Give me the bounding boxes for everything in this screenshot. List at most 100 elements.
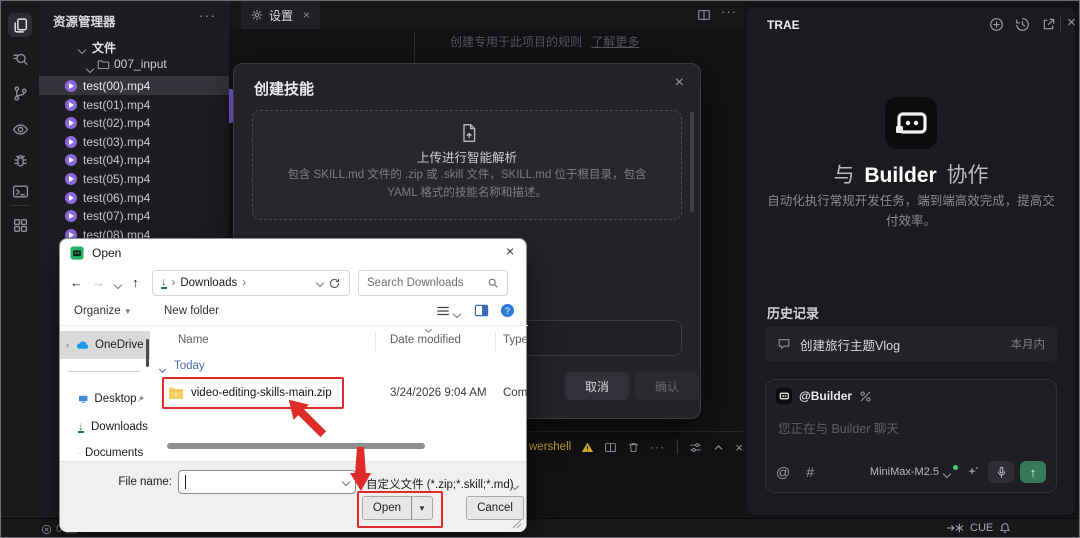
column-header-type[interactable]: Type: [503, 334, 528, 346]
history-item[interactable]: 创建旅行主题Vlog 本月内: [765, 327, 1057, 361]
refresh-icon[interactable]: [328, 277, 341, 290]
open-external-icon[interactable]: [1041, 17, 1056, 32]
file-row[interactable]: test(01).mp4: [39, 95, 229, 114]
address-chevron-icon[interactable]: [315, 277, 325, 289]
learn-more-link[interactable]: 了解更多: [591, 35, 639, 49]
history-chevron-icon[interactable]: [113, 279, 123, 291]
folder-chevron-icon[interactable]: [85, 59, 95, 77]
gear-icon: [251, 9, 263, 21]
tree-section-files[interactable]: 文件: [92, 39, 116, 56]
model-selector[interactable]: MiniMax-M2.5: [870, 466, 939, 478]
console-icon[interactable]: [8, 179, 32, 203]
play-icon: [65, 98, 77, 111]
explorer-icon[interactable]: [8, 13, 32, 37]
header-divider: [1060, 16, 1061, 32]
terminal-settings-icon[interactable]: [689, 441, 702, 454]
new-folder-button[interactable]: New folder: [164, 305, 219, 317]
nav-divider: [68, 371, 140, 372]
toolbar-divider: [60, 325, 528, 326]
preview-eye-icon[interactable]: [8, 117, 32, 141]
pin-icon: [137, 395, 144, 402]
group-label[interactable]: Today: [174, 360, 205, 372]
horizontal-scrollbar[interactable]: [167, 443, 425, 449]
group-chevron-icon[interactable]: [158, 363, 167, 375]
tab-settings[interactable]: 设置 ×: [241, 1, 321, 29]
chat-input-card[interactable]: @Builder 您正在与 Builder 聊天 @ # MiniMax-M2.…: [765, 379, 1057, 493]
dialog-close-icon[interactable]: ×: [506, 243, 514, 259]
forward-icon[interactable]: →: [92, 275, 105, 290]
open-file-dialog: Open × ← → ↑ ↓ › Downloads › Search Down…: [59, 238, 528, 532]
tab-close-icon[interactable]: ×: [303, 8, 310, 22]
file-type-filter[interactable]: 自定义文件 (*.zip;*.skill;*.md): [366, 476, 514, 492]
trash-icon[interactable]: [627, 441, 640, 454]
column-header-date[interactable]: Date modified: [390, 334, 461, 346]
help-icon[interactable]: ?: [500, 303, 515, 318]
mic-button[interactable]: [988, 461, 1014, 483]
file-row[interactable]: test(03).mp4: [39, 132, 229, 151]
model-chevron-icon[interactable]: [942, 464, 952, 482]
cue-status[interactable]: CUE: [947, 522, 1011, 534]
panel-subtitle: 自动化执行常规开发任务，端到端高效完成，提高交付效率。: [767, 194, 1055, 228]
preview-pane-icon[interactable]: [474, 303, 489, 318]
modal-confirm-button[interactable]: 确认: [635, 372, 699, 400]
activity-bar: [1, 1, 39, 518]
file-row[interactable]: test(02).mp4: [39, 113, 229, 132]
upload-title: 上传进行智能解析: [416, 151, 517, 165]
file-row[interactable]: test(00).mp4: [39, 76, 229, 95]
nav-item-desktop[interactable]: Desktop: [60, 387, 150, 411]
breadcrumb[interactable]: Downloads: [180, 277, 237, 289]
panel-expand-icon[interactable]: [712, 441, 725, 454]
nav-item-onedrive[interactable]: › OneDrive: [60, 331, 150, 359]
modal-cancel-button[interactable]: 取消: [565, 372, 629, 400]
terminal-tab[interactable]: wershell: [529, 441, 571, 453]
back-icon[interactable]: ←: [70, 275, 83, 290]
history-icon[interactable]: [1015, 17, 1030, 32]
up-icon[interactable]: ↑: [132, 275, 139, 290]
view-chevron-icon[interactable]: [452, 308, 462, 320]
file-row[interactable]: test(07).mp4: [39, 206, 229, 225]
skills-icon[interactable]: [859, 390, 872, 403]
file-row[interactable]: test(05).mp4: [39, 169, 229, 188]
panel-close-icon[interactable]: ×: [1067, 14, 1076, 31]
file-row[interactable]: test(04).mp4: [39, 150, 229, 169]
file-row[interactable]: test(06).mp4: [39, 188, 229, 207]
modal-close-icon[interactable]: ×: [675, 74, 684, 92]
send-button[interactable]: ↑: [1020, 461, 1046, 483]
column-header-name[interactable]: Name: [178, 334, 209, 346]
apps-grid-icon[interactable]: [8, 213, 32, 237]
terminal-more-icon[interactable]: ···: [650, 440, 665, 454]
section-chevron-icon[interactable]: [77, 40, 87, 58]
modal-scrollbar[interactable]: [690, 112, 694, 212]
mention-button[interactable]: @: [776, 464, 790, 480]
address-bar[interactable]: ↓ › Downloads ›: [152, 270, 350, 296]
upload-dropzone[interactable]: 上传进行智能解析 包含 SKILL.md 文件的 .zip 或 .skill 文…: [252, 110, 682, 220]
search-placeholder: Search Downloads: [367, 277, 464, 289]
chat-mention[interactable]: @Builder: [799, 389, 852, 403]
context-button[interactable]: #: [806, 464, 814, 480]
nav-scrollbar[interactable]: [146, 339, 149, 367]
search-icon[interactable]: [8, 47, 32, 71]
history-item-time: 本月内: [1010, 339, 1046, 351]
debug-bug-icon[interactable]: [8, 149, 32, 173]
sparkle-icon[interactable]: [966, 465, 980, 479]
settings-panel-edge: [414, 31, 415, 65]
expand-chevron-icon[interactable]: ›: [66, 340, 69, 350]
new-chat-icon[interactable]: [989, 17, 1004, 32]
upload-file-icon: [463, 124, 476, 142]
split-terminal-icon[interactable]: [604, 441, 617, 454]
nav-item-downloads[interactable]: ↓ Downloads: [60, 415, 150, 439]
tree-folder[interactable]: 007_input: [114, 57, 167, 71]
editor-more-icon[interactable]: ···: [721, 4, 737, 19]
split-editor-icon[interactable]: [697, 8, 711, 22]
file-name-input[interactable]: [178, 470, 356, 494]
explorer-title: 资源管理器: [53, 15, 116, 29]
filter-chevron-icon[interactable]: [510, 480, 520, 492]
resize-grip[interactable]: [510, 517, 522, 529]
bell-icon[interactable]: [999, 522, 1011, 534]
explorer-more-button[interactable]: ···: [199, 7, 216, 23]
view-list-icon[interactable]: [436, 304, 450, 318]
search-box[interactable]: Search Downloads: [358, 270, 508, 296]
organize-button[interactable]: Organize ▼: [74, 305, 132, 317]
panel-close-icon[interactable]: ×: [735, 440, 743, 455]
source-control-icon[interactable]: [8, 81, 32, 105]
